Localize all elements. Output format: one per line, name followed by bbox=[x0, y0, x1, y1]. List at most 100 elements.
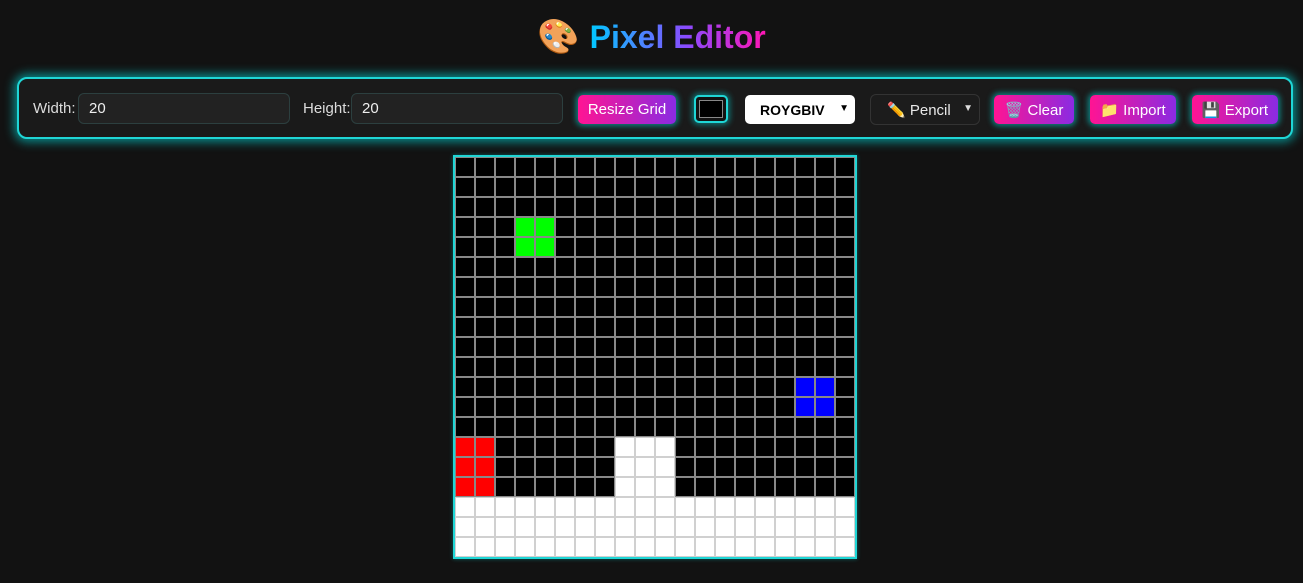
pixel-cell[interactable] bbox=[555, 377, 575, 397]
pixel-cell[interactable] bbox=[475, 357, 495, 377]
pixel-cell[interactable] bbox=[515, 277, 535, 297]
pixel-cell[interactable] bbox=[795, 477, 815, 497]
pixel-cell[interactable] bbox=[835, 237, 855, 257]
pixel-cell[interactable] bbox=[675, 517, 695, 537]
pixel-cell[interactable] bbox=[835, 377, 855, 397]
pixel-cell[interactable] bbox=[795, 337, 815, 357]
pixel-cell[interactable] bbox=[575, 277, 595, 297]
export-button[interactable]: 💾 Export bbox=[1192, 95, 1278, 124]
pixel-cell[interactable] bbox=[555, 177, 575, 197]
pixel-cell[interactable] bbox=[635, 357, 655, 377]
pixel-cell[interactable] bbox=[715, 457, 735, 477]
pixel-cell[interactable] bbox=[755, 437, 775, 457]
pixel-cell[interactable] bbox=[675, 337, 695, 357]
pixel-cell[interactable] bbox=[675, 297, 695, 317]
pixel-cell[interactable] bbox=[595, 217, 615, 237]
pixel-cell[interactable] bbox=[755, 477, 775, 497]
pixel-cell[interactable] bbox=[695, 477, 715, 497]
pixel-cell[interactable] bbox=[495, 397, 515, 417]
pixel-cell[interactable] bbox=[635, 257, 655, 277]
pixel-cell[interactable] bbox=[575, 157, 595, 177]
pixel-cell[interactable] bbox=[595, 257, 615, 277]
pixel-cell[interactable] bbox=[535, 217, 555, 237]
pixel-cell[interactable] bbox=[555, 477, 575, 497]
pixel-cell[interactable] bbox=[635, 377, 655, 397]
pixel-cell[interactable] bbox=[475, 317, 495, 337]
pixel-cell[interactable] bbox=[635, 477, 655, 497]
pixel-cell[interactable] bbox=[715, 337, 735, 357]
pixel-cell[interactable] bbox=[475, 177, 495, 197]
pixel-cell[interactable] bbox=[755, 457, 775, 477]
pixel-cell[interactable] bbox=[835, 417, 855, 437]
pixel-cell[interactable] bbox=[615, 417, 635, 437]
pixel-cell[interactable] bbox=[835, 157, 855, 177]
pixel-cell[interactable] bbox=[495, 317, 515, 337]
pixel-cell[interactable] bbox=[535, 497, 555, 517]
pixel-cell[interactable] bbox=[775, 277, 795, 297]
pixel-cell[interactable] bbox=[635, 437, 655, 457]
pixel-cell[interactable] bbox=[695, 157, 715, 177]
pixel-cell[interactable] bbox=[735, 277, 755, 297]
pixel-cell[interactable] bbox=[575, 477, 595, 497]
pixel-cell[interactable] bbox=[675, 357, 695, 377]
pixel-cell[interactable] bbox=[815, 497, 835, 517]
pixel-cell[interactable] bbox=[615, 517, 635, 537]
pixel-cell[interactable] bbox=[615, 457, 635, 477]
pixel-cell[interactable] bbox=[595, 517, 615, 537]
pixel-cell[interactable] bbox=[595, 357, 615, 377]
pixel-cell[interactable] bbox=[655, 537, 675, 557]
pixel-cell[interactable] bbox=[555, 257, 575, 277]
pixel-cell[interactable] bbox=[595, 157, 615, 177]
pixel-cell[interactable] bbox=[715, 437, 735, 457]
pixel-cell[interactable] bbox=[615, 217, 635, 237]
pixel-cell[interactable] bbox=[835, 277, 855, 297]
pixel-cell[interactable] bbox=[755, 277, 775, 297]
pixel-cell[interactable] bbox=[495, 477, 515, 497]
pixel-cell[interactable] bbox=[635, 417, 655, 437]
pixel-cell[interactable] bbox=[495, 377, 515, 397]
pixel-cell[interactable] bbox=[615, 257, 635, 277]
pixel-cell[interactable] bbox=[475, 457, 495, 477]
pixel-cell[interactable] bbox=[475, 497, 495, 517]
pixel-cell[interactable] bbox=[675, 197, 695, 217]
pixel-cell[interactable] bbox=[655, 237, 675, 257]
pixel-cell[interactable] bbox=[455, 517, 475, 537]
resize-grid-button[interactable]: Resize Grid bbox=[578, 95, 676, 124]
pixel-cell[interactable] bbox=[475, 397, 495, 417]
pixel-cell[interactable] bbox=[555, 297, 575, 317]
pixel-cell[interactable] bbox=[495, 157, 515, 177]
pixel-cell[interactable] bbox=[535, 517, 555, 537]
pixel-cell[interactable] bbox=[795, 277, 815, 297]
pixel-cell[interactable] bbox=[495, 297, 515, 317]
pixel-cell[interactable] bbox=[735, 237, 755, 257]
pixel-cell[interactable] bbox=[815, 377, 835, 397]
pixel-cell[interactable] bbox=[815, 217, 835, 237]
pixel-cell[interactable] bbox=[755, 297, 775, 317]
pixel-cell[interactable] bbox=[655, 417, 675, 437]
pixel-cell[interactable] bbox=[795, 357, 815, 377]
pixel-cell[interactable] bbox=[655, 357, 675, 377]
pixel-cell[interactable] bbox=[735, 217, 755, 237]
pixel-cell[interactable] bbox=[515, 337, 535, 357]
pixel-cell[interactable] bbox=[555, 277, 575, 297]
pixel-cell[interactable] bbox=[835, 297, 855, 317]
pixel-cell[interactable] bbox=[795, 217, 815, 237]
pixel-cell[interactable] bbox=[735, 257, 755, 277]
pixel-cell[interactable] bbox=[535, 417, 555, 437]
pixel-cell[interactable] bbox=[575, 197, 595, 217]
pixel-cell[interactable] bbox=[615, 197, 635, 217]
pixel-cell[interactable] bbox=[515, 517, 535, 537]
pixel-cell[interactable] bbox=[775, 217, 795, 237]
pixel-cell[interactable] bbox=[455, 217, 475, 237]
pixel-cell[interactable] bbox=[775, 477, 795, 497]
pixel-cell[interactable] bbox=[795, 237, 815, 257]
pixel-cell[interactable] bbox=[475, 277, 495, 297]
pixel-cell[interactable] bbox=[655, 197, 675, 217]
pixel-cell[interactable] bbox=[575, 377, 595, 397]
pixel-cell[interactable] bbox=[735, 317, 755, 337]
pixel-cell[interactable] bbox=[735, 197, 755, 217]
pixel-cell[interactable] bbox=[615, 477, 635, 497]
pixel-cell[interactable] bbox=[515, 397, 535, 417]
pixel-cell[interactable] bbox=[735, 397, 755, 417]
pixel-cell[interactable] bbox=[515, 497, 535, 517]
